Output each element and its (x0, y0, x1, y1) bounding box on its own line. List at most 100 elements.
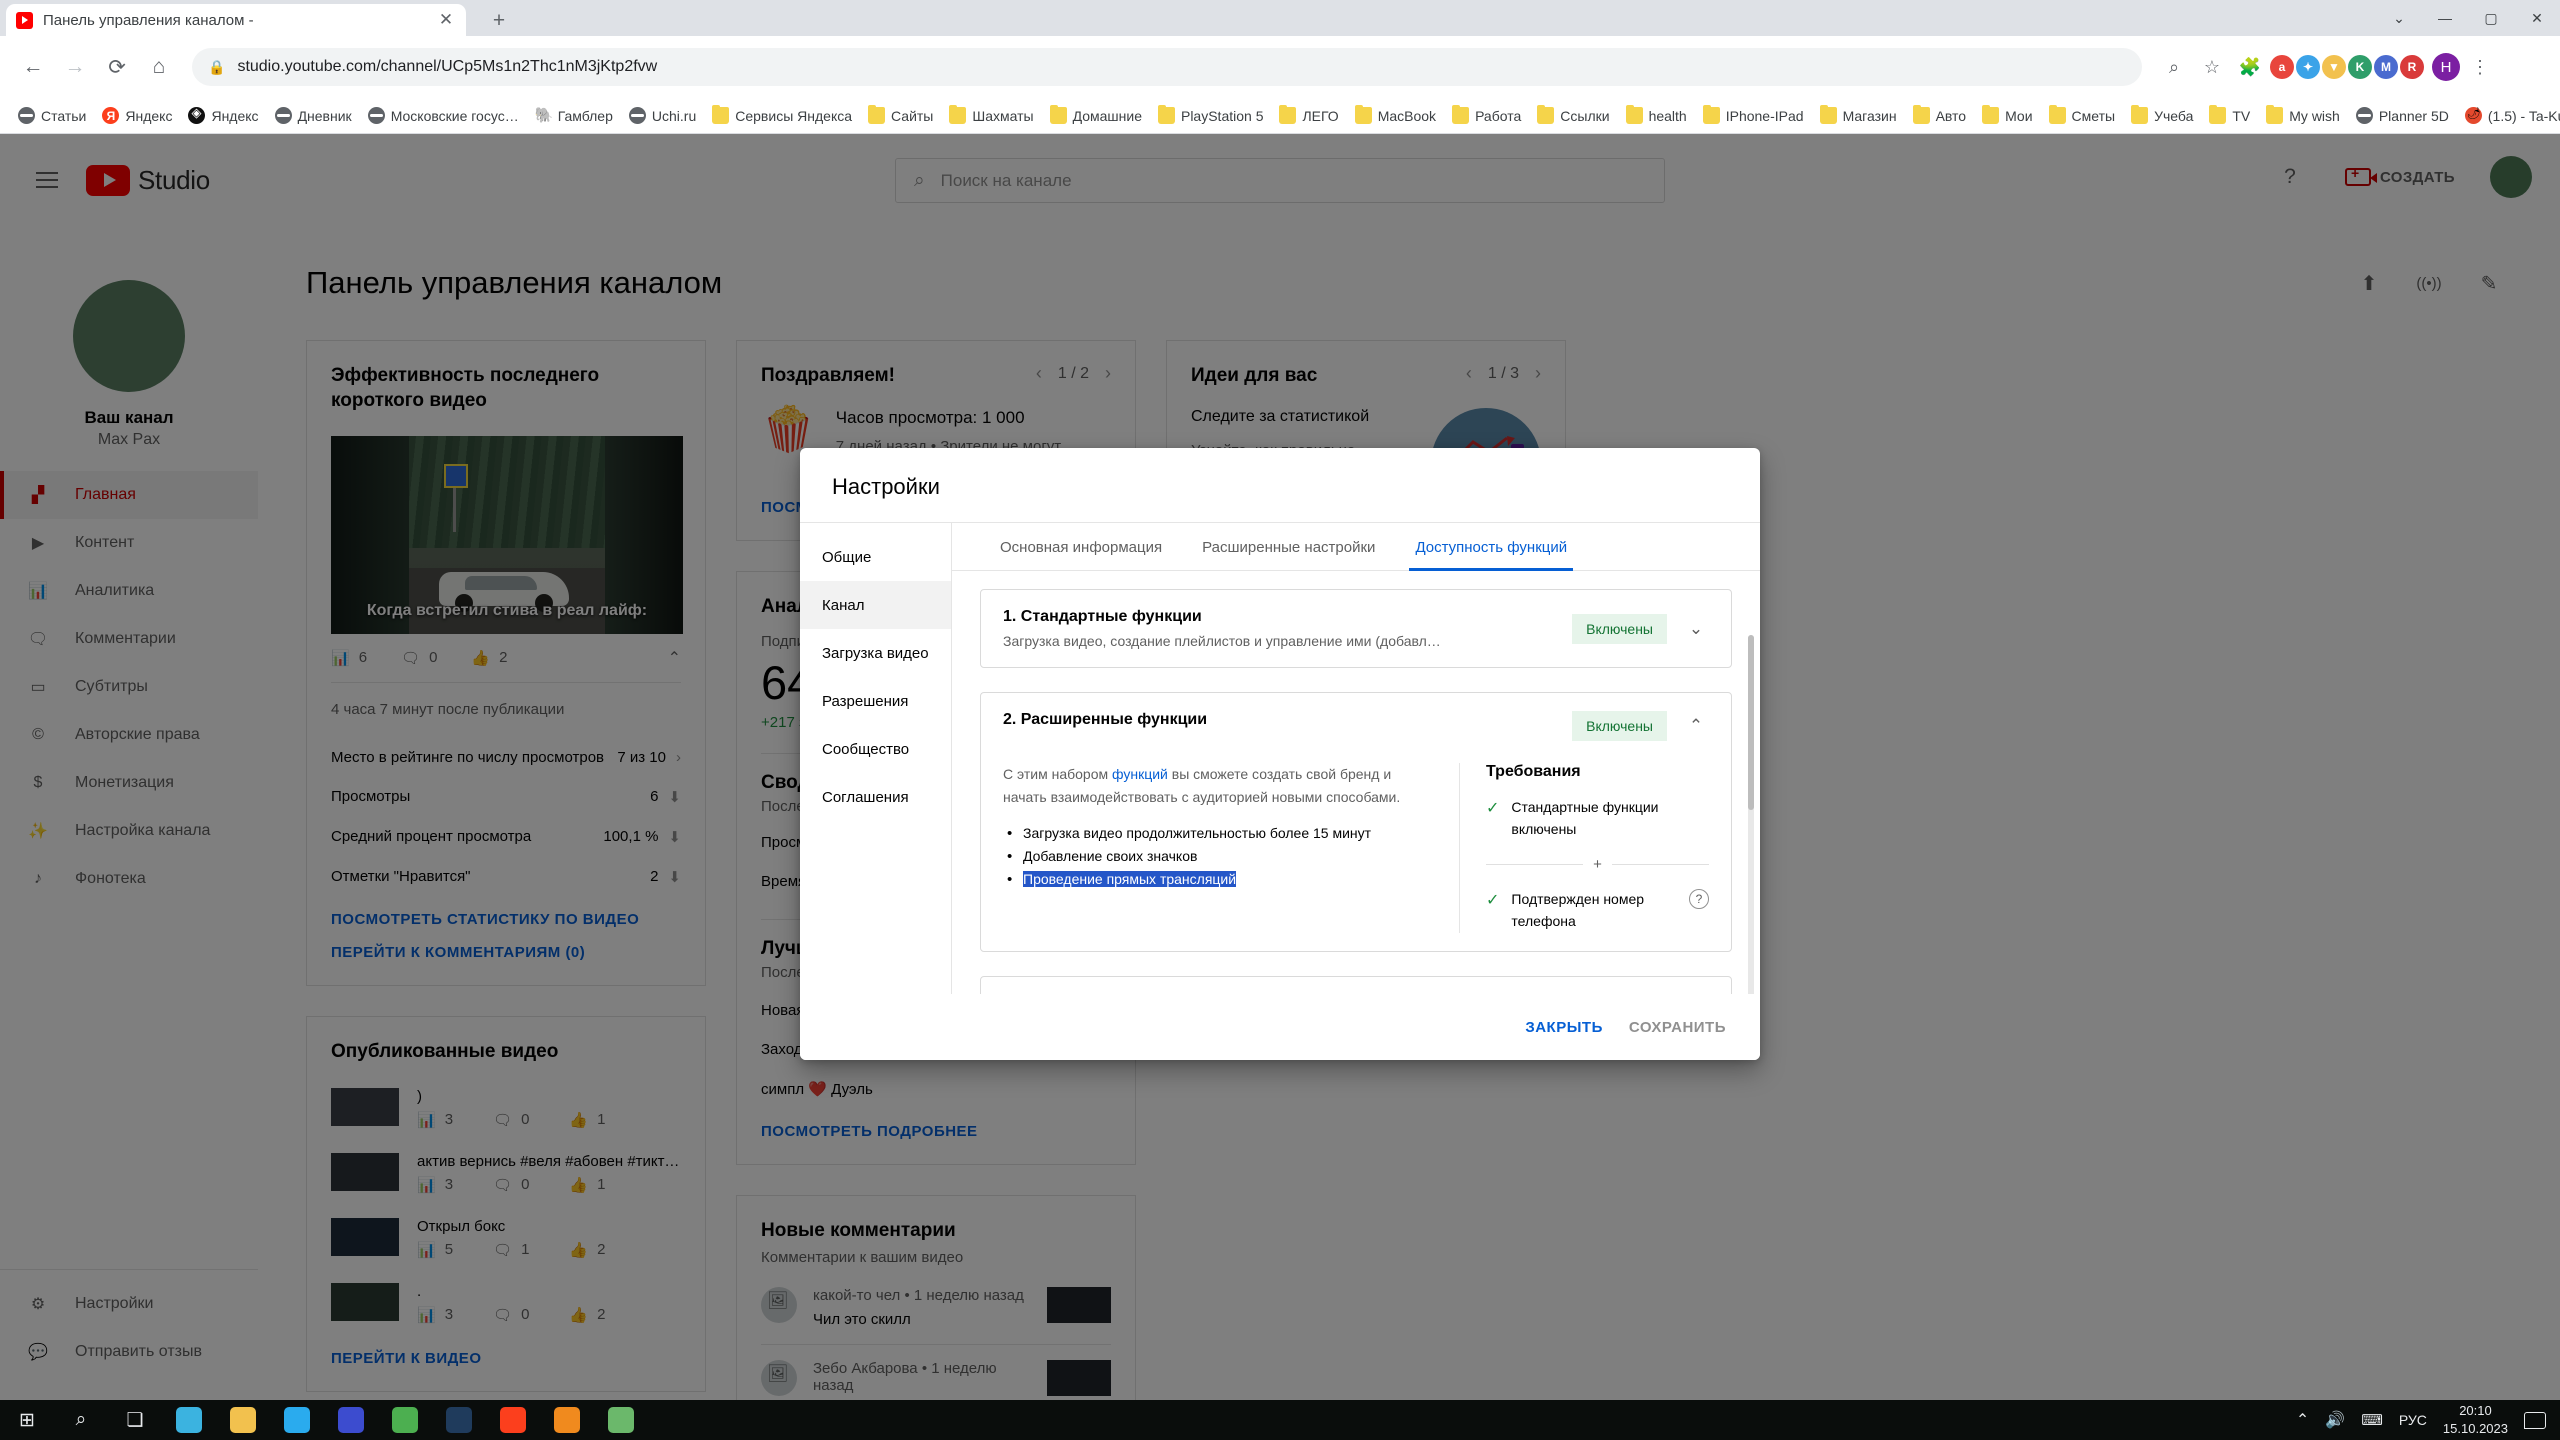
extension-icon-3[interactable]: ▼ (2322, 55, 2346, 79)
bookmark-label: IPhone-IPad (1725, 107, 1804, 124)
bookmark-item[interactable]: Статьи (10, 102, 94, 130)
window-chevron-icon[interactable]: ⌄ (2376, 0, 2422, 36)
clock[interactable]: 20:10 15.10.2023 (2443, 1402, 2508, 1437)
bookmark-item[interactable]: Я Яндекс (94, 102, 180, 130)
back-icon[interactable]: ← (14, 48, 52, 86)
photoshop-icon[interactable] (432, 1400, 486, 1440)
bookmark-item[interactable]: Шахматы (941, 102, 1041, 130)
close-icon[interactable]: ✕ (436, 10, 456, 30)
check-icon: ✓ (1486, 892, 1500, 910)
features-link[interactable]: функций (1112, 766, 1168, 782)
bookmark-item[interactable]: (1.5) - Ta-Ku (2457, 102, 2560, 130)
yandex-icon[interactable] (486, 1400, 540, 1440)
bookmark-item[interactable]: Работа (1444, 102, 1529, 130)
chevron-down-icon[interactable]: ⌄ (1683, 619, 1709, 639)
volume-icon[interactable]: 🔊 (2325, 1410, 2345, 1430)
address-bar[interactable]: 🔒 studio.youtube.com/channel/UCp5Ms1n2Th… (192, 48, 2142, 86)
bookmark-item[interactable]: Авто (1905, 102, 1975, 130)
extension-icon-4[interactable]: K (2348, 55, 2372, 79)
extension-icon-5[interactable]: M (2374, 55, 2398, 79)
save-button[interactable]: СОХРАНИТЬ (1629, 1019, 1726, 1036)
chrome-menu-icon[interactable]: ⋮ (2462, 49, 2498, 85)
minimize-button[interactable]: — (2422, 0, 2468, 36)
bookmark-item[interactable]: TV (2201, 102, 2258, 130)
close-button[interactable]: ЗАКРЫТЬ (1525, 1019, 1603, 1036)
bookmark-label: Сайты (891, 107, 934, 124)
dialog-nav-item-разрешения[interactable]: Разрешения (800, 677, 951, 725)
new-tab-button[interactable]: + (485, 8, 513, 36)
bookmark-item[interactable]: Московские госус… (360, 102, 527, 130)
bookmark-item[interactable]: health (1618, 102, 1695, 130)
tab-основная-информация[interactable]: Основная информация (980, 523, 1182, 570)
profile-avatar[interactable]: H (2432, 53, 2460, 81)
notifications-icon[interactable] (2524, 1411, 2546, 1429)
reload-icon[interactable]: ⟳ (98, 48, 136, 86)
globe-icon (367, 107, 385, 124)
bookmark-item[interactable]: ЛЕГО (1271, 102, 1346, 130)
home-icon[interactable]: ⌂ (140, 48, 178, 86)
dialog-nav-item-сообщество[interactable]: Сообщество (800, 725, 951, 773)
bookmark-item[interactable]: Учеба (2123, 102, 2201, 130)
feature-section: 2. Расширенные функции Включены ⌃ С этим на… (980, 692, 1732, 952)
folder-icon (1625, 105, 1643, 124)
dialog-nav-item-общие[interactable]: Общие (800, 533, 951, 581)
dialog-nav-item-соглашения[interactable]: Соглашения (800, 773, 951, 821)
vlc-icon[interactable] (540, 1400, 594, 1440)
bookmark-label: Статьи (41, 107, 87, 124)
help-icon[interactable]: ? (1689, 889, 1709, 910)
folder-icon (1157, 105, 1175, 124)
zen-icon[interactable] (324, 1400, 378, 1440)
maximize-button[interactable]: ▢ (2468, 0, 2514, 36)
dialog-nav-item-загрузка-видео[interactable]: Загрузка видео (800, 629, 951, 677)
extensions-puzzle-icon[interactable]: 🧩 (2232, 49, 2268, 85)
bookmark-item[interactable]: Домашние (1042, 102, 1150, 130)
bookmark-item[interactable]: Ссылки (1529, 102, 1617, 130)
extension-icon-1[interactable]: a (2270, 55, 2294, 79)
folder-icon (1537, 105, 1555, 124)
task-view-icon[interactable]: ❏ (108, 1400, 162, 1440)
scrollbar[interactable] (1748, 635, 1754, 994)
extension-icon-2[interactable]: ✦ (2296, 55, 2320, 79)
browser-tab[interactable]: Панель управления каналом - ✕ (6, 4, 466, 36)
bookmark-item[interactable]: My wish (2258, 102, 2348, 130)
forward-icon[interactable]: → (56, 48, 94, 86)
bookmark-label: ЛЕГО (1302, 107, 1339, 124)
start-icon[interactable]: ⊞ (0, 1400, 54, 1440)
explorer-icon[interactable] (216, 1400, 270, 1440)
bookmark-item[interactable]: Мои (1974, 102, 2040, 130)
gallery-icon[interactable] (594, 1400, 648, 1440)
keyboard-icon[interactable]: ⌨ (2361, 1411, 2383, 1429)
search-icon[interactable]: ⌕ (2156, 49, 2192, 85)
feature-header[interactable]: 1. Стандартные функции Загрузка видео, со… (1003, 608, 1709, 649)
chrome-icon[interactable] (378, 1400, 432, 1440)
bookmark-item[interactable]: MacBook (1347, 102, 1444, 130)
tab-расширенные-настройки[interactable]: Расширенные настройки (1182, 523, 1395, 570)
language-indicator[interactable]: РУС (2399, 1412, 2427, 1428)
close-window-button[interactable]: ✕ (2514, 0, 2560, 36)
telegram-icon[interactable] (270, 1400, 324, 1440)
bookmark-item[interactable]: Planner 5D (2348, 102, 2457, 130)
bookmark-label: Planner 5D (2378, 107, 2449, 124)
chevron-up-icon[interactable]: ⌃ (1683, 716, 1709, 736)
bookmark-item[interactable]: Дневник (267, 102, 360, 130)
bookmark-item[interactable]: Сайты (860, 102, 941, 130)
bookmark-item[interactable]: Сервисы Яндекса (704, 102, 860, 130)
bookmark-star-icon[interactable]: ☆ (2194, 49, 2230, 85)
tab-доступность-функций[interactable]: Доступность функций (1395, 523, 1587, 571)
extension-icon-6[interactable]: R (2400, 55, 2424, 79)
feature-header[interactable]: 2. Расширенные функции Включены ⌃ (1003, 711, 1709, 741)
bookmark-item[interactable]: Uchi.ru (621, 102, 704, 130)
bookmark-item[interactable]: IPhone-IPad (1695, 102, 1812, 130)
bookmark-item[interactable]: Магазин (1812, 102, 1905, 130)
bookmark-item[interactable]: Яндекс (180, 102, 266, 130)
edge-icon[interactable] (162, 1400, 216, 1440)
bookmark-label: Сервисы Яндекса (735, 107, 853, 124)
bookmark-item[interactable]: Сметы (2041, 102, 2124, 130)
tray-chevron-icon[interactable]: ⌃ (2296, 1410, 2309, 1430)
bookmark-item[interactable]: PlayStation 5 (1150, 102, 1272, 130)
search-icon[interactable]: ⌕ (54, 1400, 108, 1440)
system-tray: ⌃ 🔊 ⌨ РУС 20:10 15.10.2023 (2296, 1402, 2560, 1437)
bookmark-item[interactable]: 🐘 Гамблер (527, 102, 621, 130)
dialog-nav-item-канал[interactable]: Канал (800, 581, 951, 629)
bookmark-label: Яндекс (211, 107, 259, 124)
